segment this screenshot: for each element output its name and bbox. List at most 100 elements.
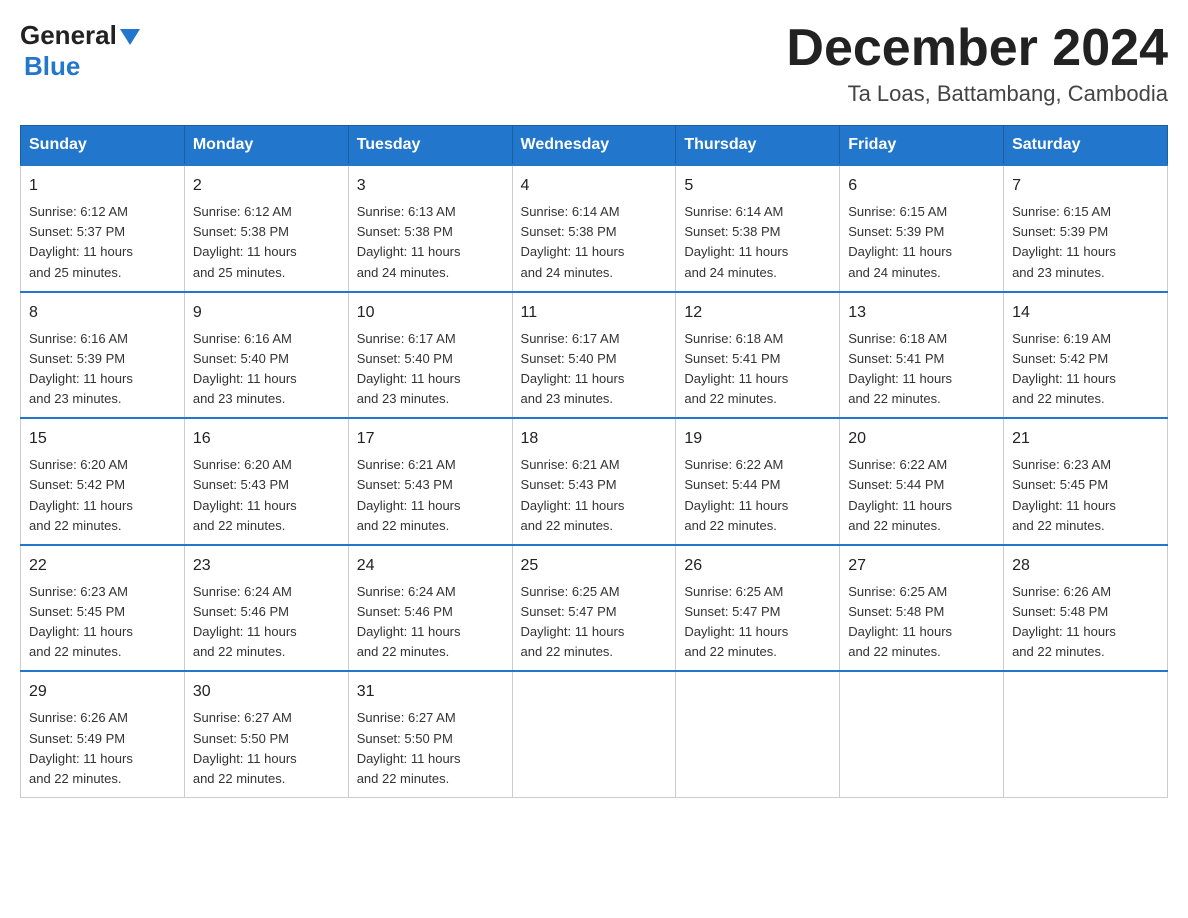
day-info: Sunrise: 6:17 AMSunset: 5:40 PMDaylight:… xyxy=(521,331,625,406)
day-info: Sunrise: 6:13 AMSunset: 5:38 PMDaylight:… xyxy=(357,204,461,279)
day-info: Sunrise: 6:25 AMSunset: 5:47 PMDaylight:… xyxy=(684,584,788,659)
calendar-cell: 24Sunrise: 6:24 AMSunset: 5:46 PMDayligh… xyxy=(348,545,512,672)
day-info: Sunrise: 6:27 AMSunset: 5:50 PMDaylight:… xyxy=(193,710,297,785)
day-info: Sunrise: 6:24 AMSunset: 5:46 PMDaylight:… xyxy=(193,584,297,659)
calendar-cell: 20Sunrise: 6:22 AMSunset: 5:44 PMDayligh… xyxy=(840,418,1004,545)
day-header-saturday: Saturday xyxy=(1004,126,1168,166)
day-number: 19 xyxy=(684,427,831,451)
day-number: 30 xyxy=(193,680,340,704)
day-info: Sunrise: 6:21 AMSunset: 5:43 PMDaylight:… xyxy=(357,457,461,532)
day-info: Sunrise: 6:15 AMSunset: 5:39 PMDaylight:… xyxy=(848,204,952,279)
day-info: Sunrise: 6:23 AMSunset: 5:45 PMDaylight:… xyxy=(1012,457,1116,532)
calendar-cell: 27 Sunrise: 6:25 AMSunset: 5:48 PMDayligh… xyxy=(840,545,1004,672)
day-number: 14 xyxy=(1012,301,1159,325)
day-number: 10 xyxy=(357,301,504,325)
day-info: Sunrise: 6:20 AMSunset: 5:43 PMDaylight:… xyxy=(193,457,297,532)
day-number: 29 xyxy=(29,680,176,704)
calendar-cell xyxy=(840,671,1004,797)
day-info: Sunrise: 6:14 AMSunset: 5:38 PMDaylight:… xyxy=(684,204,788,279)
day-number: 27 xyxy=(848,554,995,578)
day-number: 26 xyxy=(684,554,831,578)
calendar-header-row: SundayMondayTuesdayWednesdayThursdayFrid… xyxy=(21,126,1168,166)
day-header-friday: Friday xyxy=(840,126,1004,166)
calendar-cell: 29 Sunrise: 6:26 AMSunset: 5:49 PMDayligh… xyxy=(21,671,185,797)
day-info: Sunrise: 6:26 AMSunset: 5:49 PMDaylight:… xyxy=(29,710,133,785)
day-number: 4 xyxy=(521,174,668,198)
logo-blue: Blue xyxy=(24,51,80,81)
day-info: Sunrise: 6:16 AMSunset: 5:39 PMDaylight:… xyxy=(29,331,133,406)
month-title: December 2024 xyxy=(786,20,1168,77)
calendar-cell: 10 Sunrise: 6:17 AMSunset: 5:40 PMDayligh… xyxy=(348,292,512,419)
calendar-cell: 1Sunrise: 6:12 AMSunset: 5:37 PMDaylight… xyxy=(21,165,185,292)
calendar-cell: 2Sunrise: 6:12 AMSunset: 5:38 PMDaylight… xyxy=(184,165,348,292)
week-row-2: 8 Sunrise: 6:16 AMSunset: 5:39 PMDaylight… xyxy=(21,292,1168,419)
calendar-cell: 30 Sunrise: 6:27 AMSunset: 5:50 PMDayligh… xyxy=(184,671,348,797)
day-number: 3 xyxy=(357,174,504,198)
calendar-cell: 3 Sunrise: 6:13 AMSunset: 5:38 PMDaylight… xyxy=(348,165,512,292)
calendar-cell: 14 Sunrise: 6:19 AMSunset: 5:42 PMDayligh… xyxy=(1004,292,1168,419)
day-info: Sunrise: 6:19 AMSunset: 5:42 PMDaylight:… xyxy=(1012,331,1116,406)
calendar-cell: 8 Sunrise: 6:16 AMSunset: 5:39 PMDaylight… xyxy=(21,292,185,419)
day-info: Sunrise: 6:15 AMSunset: 5:39 PMDaylight:… xyxy=(1012,204,1116,279)
day-header-wednesday: Wednesday xyxy=(512,126,676,166)
calendar-cell: 12 Sunrise: 6:18 AMSunset: 5:41 PMDayligh… xyxy=(676,292,840,419)
calendar-cell: 11 Sunrise: 6:17 AMSunset: 5:40 PMDayligh… xyxy=(512,292,676,419)
day-header-tuesday: Tuesday xyxy=(348,126,512,166)
calendar-cell: 18 Sunrise: 6:21 AMSunset: 5:43 PMDayligh… xyxy=(512,418,676,545)
day-number: 24 xyxy=(357,554,504,578)
calendar-table: SundayMondayTuesdayWednesdayThursdayFrid… xyxy=(20,125,1168,798)
day-number: 6 xyxy=(848,174,995,198)
day-info: Sunrise: 6:27 AMSunset: 5:50 PMDaylight:… xyxy=(357,710,461,785)
calendar-cell: 17Sunrise: 6:21 AMSunset: 5:43 PMDayligh… xyxy=(348,418,512,545)
calendar-cell xyxy=(512,671,676,797)
day-number: 18 xyxy=(521,427,668,451)
day-info: Sunrise: 6:26 AMSunset: 5:48 PMDaylight:… xyxy=(1012,584,1116,659)
calendar-cell xyxy=(1004,671,1168,797)
day-number: 2 xyxy=(193,174,340,198)
day-header-thursday: Thursday xyxy=(676,126,840,166)
calendar-cell xyxy=(676,671,840,797)
page-header: General Blue December 2024 Ta Loas, Batt… xyxy=(20,20,1168,107)
day-info: Sunrise: 6:14 AMSunset: 5:38 PMDaylight:… xyxy=(521,204,625,279)
day-number: 9 xyxy=(193,301,340,325)
day-number: 15 xyxy=(29,427,176,451)
day-number: 23 xyxy=(193,554,340,578)
calendar-cell: 13 Sunrise: 6:18 AMSunset: 5:41 PMDayligh… xyxy=(840,292,1004,419)
calendar-cell: 6 Sunrise: 6:15 AMSunset: 5:39 PMDaylight… xyxy=(840,165,1004,292)
day-number: 13 xyxy=(848,301,995,325)
day-number: 11 xyxy=(521,301,668,325)
day-number: 12 xyxy=(684,301,831,325)
day-number: 8 xyxy=(29,301,176,325)
calendar-cell: 23 Sunrise: 6:24 AMSunset: 5:46 PMDayligh… xyxy=(184,545,348,672)
calendar-cell: 16 Sunrise: 6:20 AMSunset: 5:43 PMDayligh… xyxy=(184,418,348,545)
calendar-cell: 9Sunrise: 6:16 AMSunset: 5:40 PMDaylight… xyxy=(184,292,348,419)
calendar-cell: 25 Sunrise: 6:25 AMSunset: 5:47 PMDayligh… xyxy=(512,545,676,672)
day-header-monday: Monday xyxy=(184,126,348,166)
day-number: 1 xyxy=(29,174,176,198)
day-number: 31 xyxy=(357,680,504,704)
week-row-1: 1Sunrise: 6:12 AMSunset: 5:37 PMDaylight… xyxy=(21,165,1168,292)
day-number: 25 xyxy=(521,554,668,578)
day-info: Sunrise: 6:22 AMSunset: 5:44 PMDaylight:… xyxy=(848,457,952,532)
week-row-5: 29 Sunrise: 6:26 AMSunset: 5:49 PMDayligh… xyxy=(21,671,1168,797)
calendar-cell: 15 Sunrise: 6:20 AMSunset: 5:42 PMDayligh… xyxy=(21,418,185,545)
calendar-cell: 21 Sunrise: 6:23 AMSunset: 5:45 PMDayligh… xyxy=(1004,418,1168,545)
day-info: Sunrise: 6:18 AMSunset: 5:41 PMDaylight:… xyxy=(848,331,952,406)
day-info: Sunrise: 6:22 AMSunset: 5:44 PMDaylight:… xyxy=(684,457,788,532)
location-title: Ta Loas, Battambang, Cambodia xyxy=(786,81,1168,107)
calendar-cell: 26 Sunrise: 6:25 AMSunset: 5:47 PMDayligh… xyxy=(676,545,840,672)
day-info: Sunrise: 6:21 AMSunset: 5:43 PMDaylight:… xyxy=(521,457,625,532)
day-number: 7 xyxy=(1012,174,1159,198)
day-info: Sunrise: 6:18 AMSunset: 5:41 PMDaylight:… xyxy=(684,331,788,406)
day-header-sunday: Sunday xyxy=(21,126,185,166)
day-info: Sunrise: 6:25 AMSunset: 5:47 PMDaylight:… xyxy=(521,584,625,659)
day-number: 5 xyxy=(684,174,831,198)
week-row-4: 22Sunrise: 6:23 AMSunset: 5:45 PMDayligh… xyxy=(21,545,1168,672)
day-info: Sunrise: 6:17 AMSunset: 5:40 PMDaylight:… xyxy=(357,331,461,406)
day-info: Sunrise: 6:20 AMSunset: 5:42 PMDaylight:… xyxy=(29,457,133,532)
day-info: Sunrise: 6:25 AMSunset: 5:48 PMDaylight:… xyxy=(848,584,952,659)
day-number: 28 xyxy=(1012,554,1159,578)
day-number: 21 xyxy=(1012,427,1159,451)
day-number: 16 xyxy=(193,427,340,451)
week-row-3: 15 Sunrise: 6:20 AMSunset: 5:42 PMDayligh… xyxy=(21,418,1168,545)
